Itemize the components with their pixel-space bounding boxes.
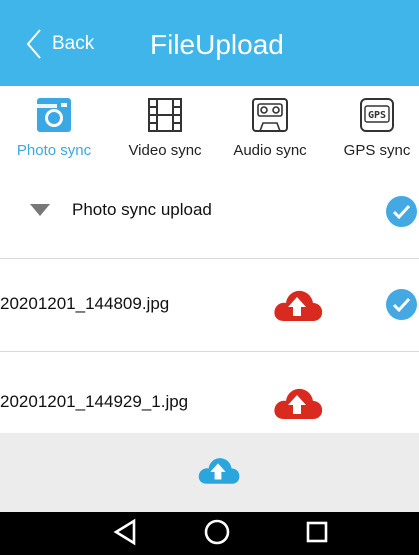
square-recents-icon — [306, 521, 328, 543]
gps-icon-text: GPS — [368, 110, 386, 121]
cassette-icon — [252, 98, 288, 132]
select-all-checkbox[interactable] — [386, 196, 417, 227]
back-label: Back — [52, 33, 95, 54]
file-checkbox[interactable] — [386, 289, 417, 320]
tab-label: Photo sync — [16, 142, 92, 159]
nav-recents-button[interactable] — [297, 517, 337, 551]
upload-bar — [0, 433, 419, 512]
divider — [0, 258, 419, 259]
film-icon — [148, 98, 182, 132]
tab-photo-sync[interactable]: Photo sync — [4, 90, 104, 170]
nav-back-button[interactable] — [105, 517, 145, 551]
checkmark-icon — [392, 297, 411, 312]
tab-video-sync[interactable]: Video sync — [115, 90, 215, 170]
cloud-upload-icon[interactable] — [270, 386, 324, 422]
section-label: Photo sync upload — [72, 200, 212, 219]
divider — [0, 351, 419, 352]
tab-label: Video sync — [128, 142, 202, 159]
file-row[interactable]: 20201201_144809.jpg — [0, 262, 419, 348]
nav-home-button[interactable] — [197, 517, 237, 551]
system-navbar — [0, 512, 419, 555]
checkmark-icon — [392, 204, 411, 219]
camera-icon — [37, 98, 71, 132]
sync-tabs: Photo sync Video sync Audio sync GPS GPS… — [0, 90, 419, 170]
chevron-left-icon — [26, 29, 41, 59]
tab-audio-sync[interactable]: Audio sync — [220, 90, 320, 170]
cloud-upload-icon[interactable] — [270, 288, 324, 324]
section-header[interactable]: Photo sync upload — [0, 184, 419, 238]
tab-label: Audio sync — [233, 142, 307, 159]
app-header: Back FileUpload — [0, 0, 419, 86]
triangle-back-icon — [113, 518, 136, 546]
back-button[interactable]: Back — [26, 26, 94, 62]
tab-label: GPS sync — [343, 142, 411, 159]
tab-gps-sync[interactable]: GPS GPS sync — [327, 90, 419, 170]
upload-all-button[interactable] — [195, 455, 241, 487]
page-title: FileUpload — [150, 29, 284, 60]
file-name: 20201201_144809.jpg — [0, 294, 170, 313]
circle-home-icon — [204, 519, 230, 545]
gps-icon: GPS — [360, 98, 394, 132]
collapse-triangle-icon[interactable] — [30, 204, 50, 216]
file-name: 20201201_144929_1.jpg — [0, 392, 189, 411]
